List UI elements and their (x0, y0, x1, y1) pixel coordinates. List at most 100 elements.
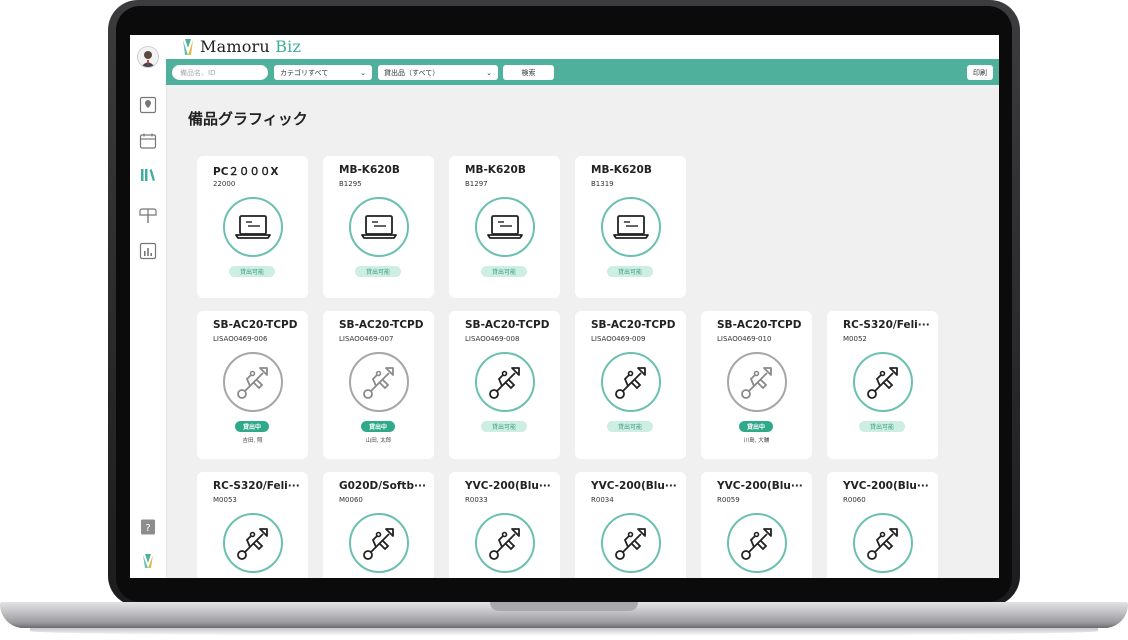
equipment-card[interactable]: YVC-200(Blu··· R0060 (827, 472, 938, 578)
usb-icon (359, 523, 399, 563)
usb-icon (233, 362, 273, 402)
equipment-id: 22000 (213, 180, 236, 188)
books-icon[interactable] (138, 165, 158, 185)
chart-icon[interactable] (138, 241, 158, 261)
mailbox-icon[interactable] (138, 205, 158, 225)
equipment-card[interactable]: YVC-200(Blu··· R0033 (449, 472, 560, 578)
category-select[interactable]: カテゴリすべて ⌄ (274, 65, 372, 80)
borrower-name: 川島, 大輔 (743, 438, 770, 444)
status-badge: 貸出可能 (607, 421, 653, 432)
laptop-notch (490, 602, 638, 611)
equipment-icon-ring (853, 352, 913, 412)
equipment-card[interactable]: MB-K620B B1297 貸出可能 (449, 156, 560, 298)
equipment-name: RC-S320/Feli··· (213, 480, 300, 492)
status-badge: 貸出可能 (229, 266, 275, 277)
equipment-card[interactable]: SB-AC20-TCPD LISAO0469-007 貸出中 山田, 太郎 (323, 311, 434, 459)
usb-icon (611, 362, 651, 402)
laptop-icon (234, 212, 272, 242)
status-badge: 貸出可能 (859, 421, 905, 432)
equipment-icon-ring (601, 352, 661, 412)
help-icon[interactable]: ? (138, 517, 158, 537)
equipment-card[interactable]: RC-S320/Feli··· M0052 貸出可能 (827, 311, 938, 459)
equipment-icon-ring (349, 513, 409, 573)
status-badge: 貸出可能 (607, 266, 653, 277)
equipment-id: R0059 (717, 496, 740, 504)
lending-select[interactable]: 貸出品（すべて） ⌄ (378, 65, 498, 80)
equipment-name: YVC-200(Blu··· (843, 480, 929, 492)
equipment-card[interactable]: MB-K620B B1295 貸出可能 (323, 156, 434, 298)
search-button[interactable]: 検索 (503, 65, 554, 80)
equipment-card[interactable]: SB-AC20-TCPD LISAO0469-008 貸出可能 (449, 311, 560, 459)
status-badge: 貸出可能 (355, 266, 401, 277)
equipment-card[interactable]: MB-K620B B1319 貸出可能 (575, 156, 686, 298)
equipment-icon-ring (601, 197, 661, 257)
equipment-id: M0053 (213, 496, 237, 504)
usb-icon (611, 523, 651, 563)
page-title: 備品グラフィック (188, 110, 308, 128)
usb-icon (737, 362, 777, 402)
equipment-name: PC２０００X (213, 166, 279, 178)
equipment-id: LISAO0469-007 (339, 335, 394, 343)
equipment-card[interactable]: SB-AC20-TCPD LISAO0469-010 貸出中川島, 大輔 (701, 311, 812, 459)
status-badge: 貸出中 (739, 421, 773, 432)
equipment-id: B1319 (591, 180, 614, 188)
equipment-id: LISAO0469-010 (717, 335, 772, 343)
laptop-icon (360, 212, 398, 242)
usb-icon (359, 362, 399, 402)
equipment-card[interactable]: YVC-200(Blu··· R0034 (575, 472, 686, 578)
equipment-card[interactable]: PC２０００X 22000 貸出可能 (197, 156, 308, 298)
equipment-card[interactable]: SB-AC20-TCPD LISAO0469-006 貸出中 吉田, 照 (197, 311, 308, 459)
app-header: Mamoru Biz (166, 35, 999, 59)
equipment-icon-ring (475, 513, 535, 573)
avatar[interactable] (137, 46, 159, 68)
equipment-name: YVC-200(Blu··· (717, 480, 803, 492)
usb-icon (863, 362, 903, 402)
equipment-name: SB-AC20-TCPD (717, 319, 802, 331)
equipment-card[interactable]: YVC-200(Blu··· R0059 (701, 472, 812, 578)
equipment-icon-ring (853, 513, 913, 573)
app-logo[interactable]: Mamoru Biz (180, 37, 301, 56)
equipment-id: R0033 (465, 496, 488, 504)
print-button[interactable]: 印刷 (967, 65, 993, 80)
lending-select-value: 貸出品（すべて） (384, 68, 440, 77)
svg-text:?: ? (145, 523, 150, 534)
equipment-id: M0060 (339, 496, 363, 504)
map-icon[interactable] (138, 95, 158, 115)
chevron-down-icon: ⌄ (360, 68, 366, 77)
usb-icon (737, 523, 777, 563)
equipment-id: M0052 (843, 335, 867, 343)
equipment-name: MB-K620B (339, 164, 400, 176)
laptop-icon (612, 212, 650, 242)
equipment-icon-ring (223, 513, 283, 573)
usb-icon (233, 523, 273, 563)
equipment-id: B1295 (339, 180, 362, 188)
app-logo-text: Mamoru Biz (200, 37, 302, 56)
usb-icon (863, 523, 903, 563)
status-badge: 貸出中 (235, 421, 269, 432)
equipment-icon-ring (601, 513, 661, 573)
mamoru-logo-icon (183, 38, 193, 55)
equipment-icon-ring (727, 352, 787, 412)
equipment-name: G020D/Softb··· (339, 480, 426, 492)
equipment-name: YVC-200(Blu··· (465, 480, 551, 492)
equipment-name: YVC-200(Blu··· (591, 480, 677, 492)
equipment-name: SB-AC20-TCPD (339, 319, 424, 331)
status-badge: 貸出可能 (481, 266, 527, 277)
app-screen: ? Mamoru Biz カテゴリすべて ⌄ 貸出品（すべて） ⌄ 検索 印刷 … (130, 35, 999, 578)
sidebar: ? (130, 35, 167, 578)
filter-toolbar: カテゴリすべて ⌄ 貸出品（すべて） ⌄ 検索 印刷 (166, 59, 999, 85)
equipment-card[interactable]: SB-AC20-TCPD LISAO0469-009 貸出可能 (575, 311, 686, 459)
borrower-name: 吉田, 照 (242, 438, 263, 444)
borrower-name: 山田, 太郎 (365, 438, 392, 444)
equipment-id: LISAO0469-008 (465, 335, 520, 343)
equipment-icon-ring (475, 197, 535, 257)
equipment-name: SB-AC20-TCPD (465, 319, 550, 331)
equipment-name: MB-K620B (591, 164, 652, 176)
equipment-card[interactable]: RC-S320/Feli··· M0053 (197, 472, 308, 578)
equipment-icon-ring (727, 513, 787, 573)
equipment-icon-ring (475, 352, 535, 412)
search-input[interactable] (172, 65, 268, 80)
equipment-card[interactable]: G020D/Softb··· M0060 (323, 472, 434, 578)
calendar-icon[interactable] (138, 131, 158, 151)
equipment-name: SB-AC20-TCPD (591, 319, 676, 331)
